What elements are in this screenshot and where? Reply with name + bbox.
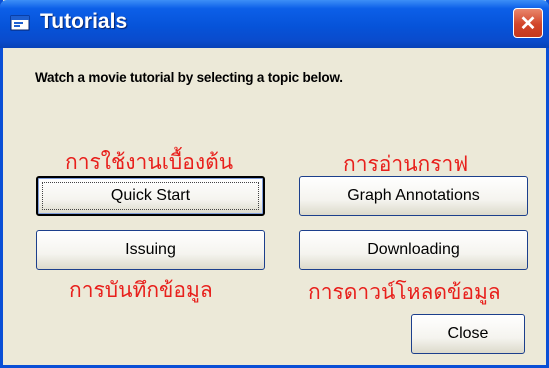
close-button-label: Close [447, 325, 489, 342]
annotation-downloading: การดาวน์โหลดข้อมูล [308, 280, 501, 304]
issuing-button[interactable]: Issuing [36, 230, 265, 270]
focus-rectangle [42, 182, 259, 210]
close-button[interactable]: Close [411, 314, 525, 354]
instruction-text: Watch a movie tutorial by selecting a to… [35, 70, 343, 85]
issuing-label: Issuing [125, 241, 176, 258]
graph-annotations-label: Graph Annotations [347, 187, 480, 204]
annotation-issuing: การบันทึกข้อมูล [69, 278, 213, 302]
window-title: Tutorials [40, 10, 128, 33]
graph-annotations-button[interactable]: Graph Annotations [299, 176, 528, 216]
close-x-icon[interactable]: ✕ [513, 8, 543, 38]
quick-start-button[interactable]: Quick Start [36, 176, 265, 216]
tutorials-dialog: Tutorials ✕ Watch a movie tutorial by se… [0, 0, 549, 368]
application-window-icon [10, 15, 30, 31]
downloading-label: Downloading [367, 241, 460, 258]
downloading-button[interactable]: Downloading [299, 230, 528, 270]
annotation-quick-start: การใช้งานเบื้องต้น [65, 150, 234, 174]
title-bar[interactable]: Tutorials ✕ [0, 0, 549, 48]
